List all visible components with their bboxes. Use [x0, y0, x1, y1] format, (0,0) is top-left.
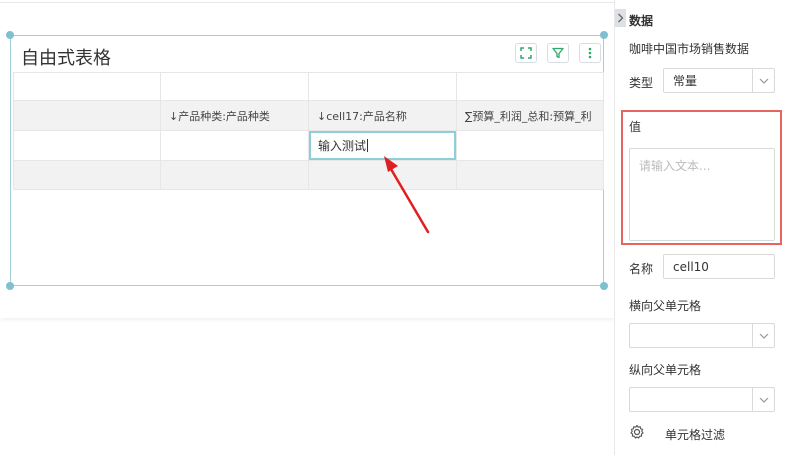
- dataset-name: 咖啡中国市场销售数据: [629, 42, 750, 56]
- table-cell[interactable]: [13, 131, 161, 161]
- table-cell[interactable]: [161, 161, 309, 190]
- table-cell[interactable]: [457, 72, 604, 101]
- cell-edit-value: 输入测试: [318, 139, 367, 153]
- table-row: [13, 72, 604, 101]
- free-table-widget[interactable]: 自由式表格 ↓产品种类:产品种类 ↓cell17:产品名称 ∑预算_利润_总和:…: [10, 35, 604, 286]
- type-select[interactable]: 常量: [663, 68, 775, 93]
- vertical-parent-label: 纵向父单元格: [629, 363, 702, 377]
- filter-icon: [552, 47, 564, 59]
- value-label: 值: [629, 120, 642, 134]
- more-options-button[interactable]: [579, 43, 601, 63]
- type-select-value: 常量: [673, 74, 698, 88]
- filter-button[interactable]: [547, 43, 569, 63]
- value-textarea[interactable]: 请输入文本...: [629, 148, 775, 241]
- annotation-arrow-icon: [384, 156, 430, 234]
- table-cell[interactable]: [457, 161, 604, 190]
- expand-icon: [520, 47, 532, 59]
- fullscreen-button[interactable]: [515, 43, 537, 63]
- table-cell[interactable]: [13, 72, 161, 101]
- table-cell[interactable]: [309, 72, 457, 101]
- table-row: [13, 161, 604, 190]
- table-cell[interactable]: [13, 161, 161, 190]
- horizontal-parent-label: 横向父单元格: [629, 299, 702, 313]
- text-caret: [367, 139, 369, 152]
- resize-handle-bottom-right[interactable]: [600, 282, 608, 290]
- table-cell[interactable]: ↓产品种类:产品种类: [161, 101, 309, 131]
- canvas-area: 自由式表格 ↓产品种类:产品种类 ↓cell17:产品名称 ∑预算_利润_总和:…: [0, 0, 614, 455]
- gear-icon[interactable]: [629, 424, 645, 440]
- widget-title: 自由式表格: [21, 48, 111, 69]
- vertical-parent-select[interactable]: [629, 387, 775, 412]
- canvas-top-divider: [0, 2, 614, 3]
- table-cell[interactable]: ↓cell17:产品名称: [309, 101, 457, 131]
- value-section: 值 请输入文本...: [621, 110, 782, 245]
- name-input[interactable]: cell10: [663, 254, 775, 279]
- section-title: 数据: [629, 14, 654, 28]
- chevron-down-icon: [752, 388, 774, 411]
- collapse-panel-button[interactable]: [615, 9, 626, 27]
- table-row: 输入测试: [13, 131, 604, 161]
- properties-panel: 数据 咖啡中国市场销售数据 类型 常量 值 请输入文本... 名称 cell10…: [614, 0, 786, 455]
- table-row: ↓产品种类:产品种类 ↓cell17:产品名称 ∑预算_利润_总和:预算_利: [13, 101, 604, 131]
- resize-handle-bottom-left[interactable]: [6, 282, 14, 290]
- chevron-right-icon: [618, 13, 624, 23]
- chevron-down-icon: [752, 324, 774, 347]
- table-cell[interactable]: [161, 131, 309, 161]
- cell-filter-button[interactable]: 单元格过滤: [665, 426, 725, 443]
- name-label: 名称: [629, 262, 654, 276]
- resize-handle-top-right[interactable]: [600, 31, 608, 39]
- table-cell[interactable]: [13, 101, 161, 131]
- table-cell[interactable]: [457, 131, 604, 161]
- table-grid: ↓产品种类:产品种类 ↓cell17:产品名称 ∑预算_利润_总和:预算_利 输…: [13, 72, 604, 190]
- resize-handle-top-left[interactable]: [6, 31, 14, 39]
- more-vertical-icon: [588, 47, 592, 59]
- type-label: 类型: [629, 76, 654, 90]
- table-cell[interactable]: [161, 72, 309, 101]
- horizontal-parent-select[interactable]: [629, 323, 775, 348]
- table-cell[interactable]: ∑预算_利润_总和:预算_利: [457, 101, 604, 131]
- chevron-down-icon: [752, 69, 774, 92]
